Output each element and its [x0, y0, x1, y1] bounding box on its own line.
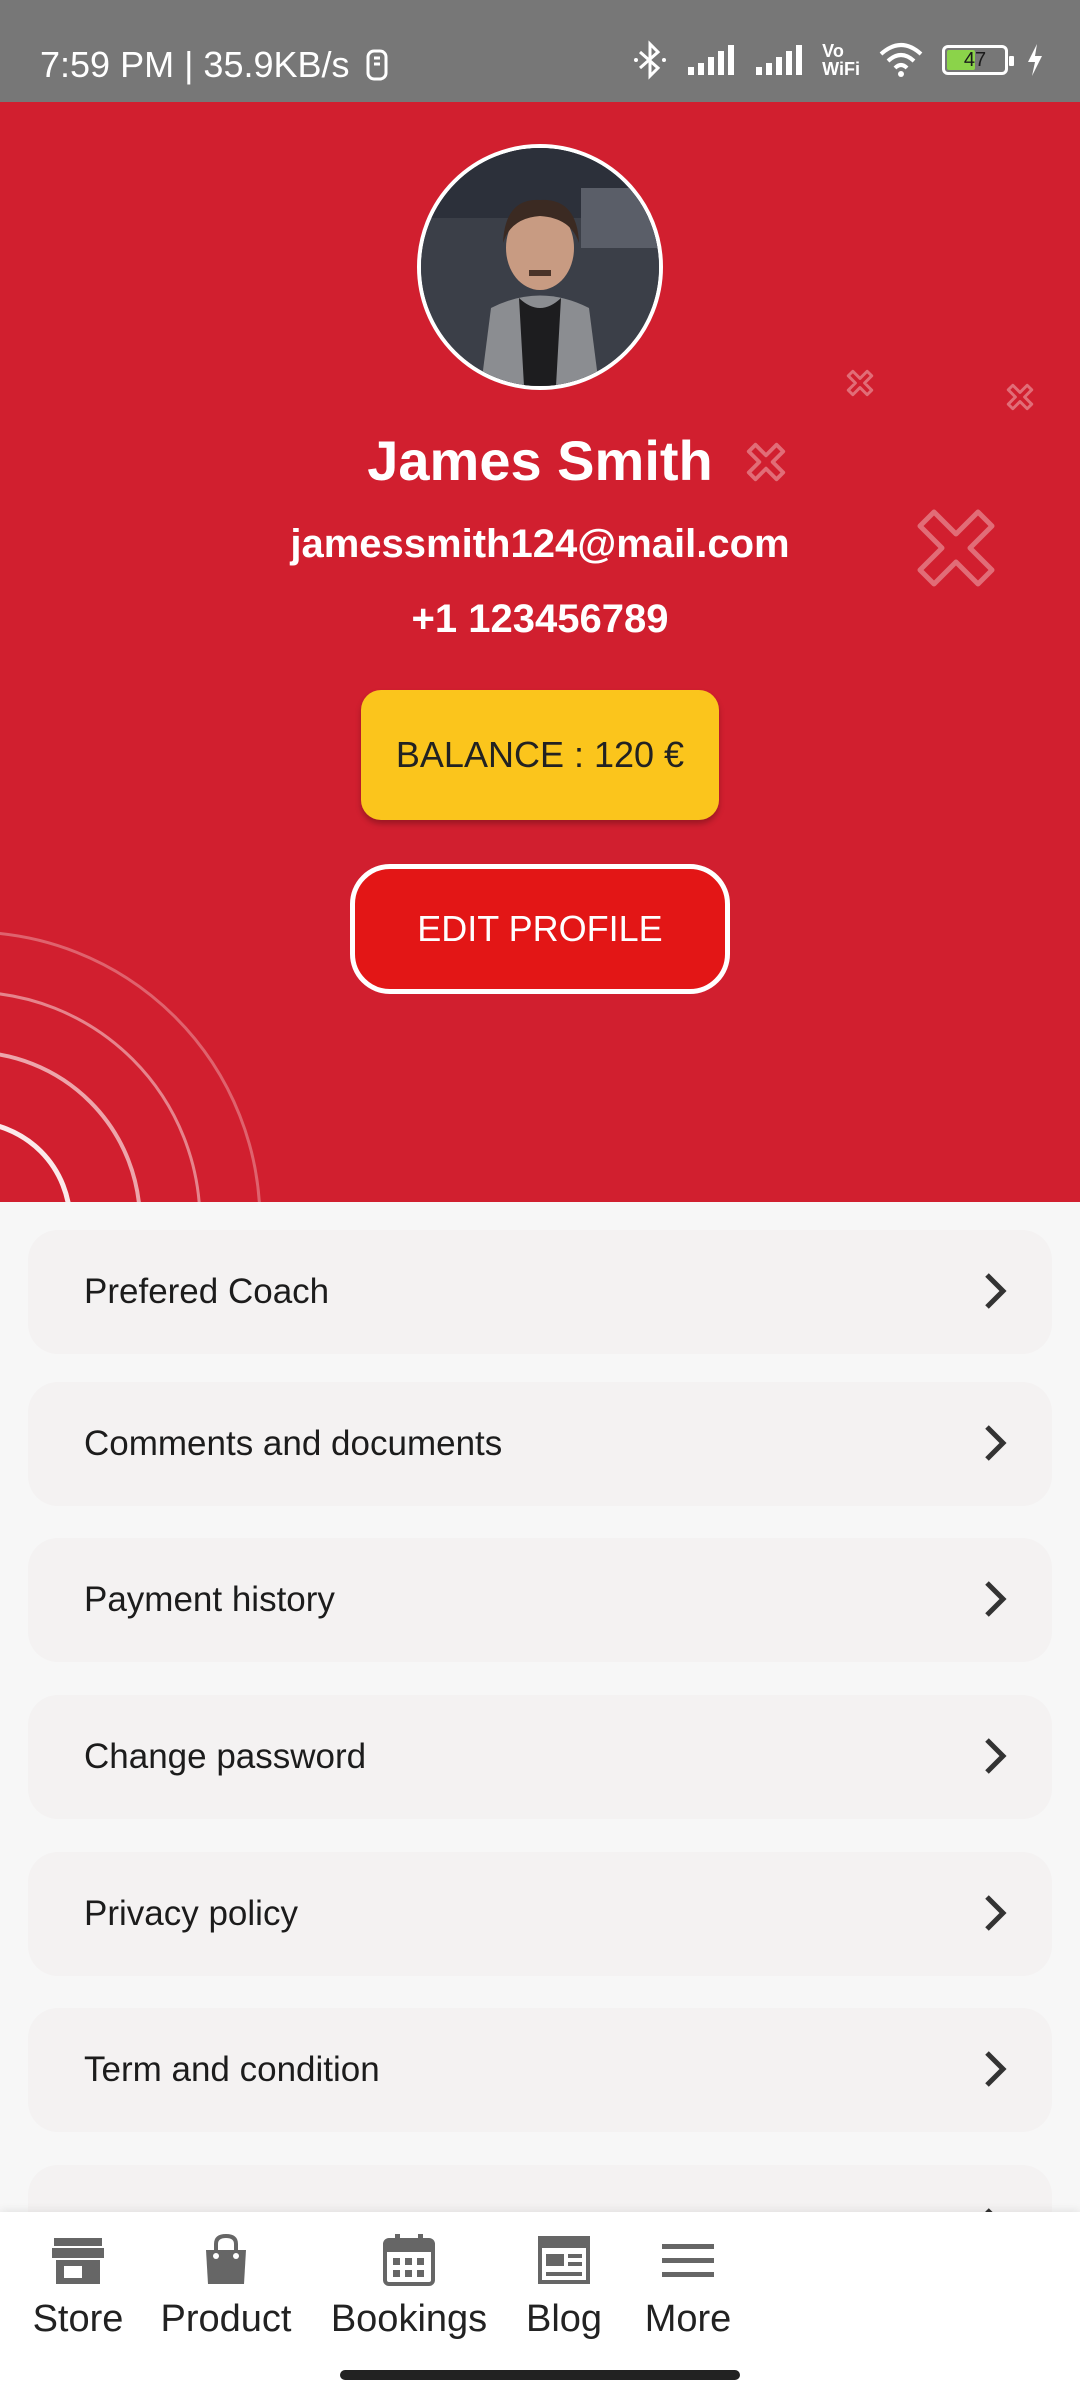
edit-profile-button[interactable]: EDIT PROFILE	[350, 864, 730, 994]
newspaper-icon	[538, 2236, 590, 2284]
signal-icon	[756, 45, 803, 75]
avatar[interactable]	[417, 144, 663, 390]
menu-item-change-password[interactable]: Change password	[28, 1695, 1052, 1819]
user-phone: +1 123456789	[411, 597, 669, 641]
menu-item-label: Privacy policy	[84, 1894, 298, 1933]
nav-label: More	[644, 2298, 732, 2340]
nav-product[interactable]: Product	[156, 2232, 296, 2341]
menu-item-label: Payment history	[84, 1580, 335, 1619]
status-bar: 7:59 PM | 35.9KB/s Vo WiFi 47	[0, 0, 1080, 102]
user-email: jamessmith124@mail.com	[290, 522, 790, 566]
home-indicator[interactable]	[340, 2370, 740, 2380]
nav-store[interactable]: Store	[26, 2232, 130, 2341]
bluetooth-icon	[634, 40, 667, 80]
profile-header: James Smith jamessmith124@mail.com +1 12…	[0, 102, 1080, 1202]
calendar-icon	[383, 2234, 435, 2286]
nav-label: Blog	[525, 2298, 603, 2340]
nav-label: Bookings	[330, 2298, 488, 2340]
menu-icon	[662, 2244, 714, 2277]
signal-icon	[688, 45, 735, 75]
menu-item-label: Comments and documents	[84, 1424, 503, 1463]
chevron-right-icon	[985, 2051, 1007, 2087]
nav-more[interactable]: More	[640, 2232, 736, 2341]
store-icon	[52, 2238, 104, 2284]
chevron-right-icon	[985, 1273, 1007, 1309]
charging-icon	[1028, 44, 1042, 76]
decorative-circles	[0, 932, 261, 1202]
decorative-cross-small	[1006, 383, 1034, 411]
status-left: 7:59 PM | 35.9KB/s	[40, 44, 390, 86]
chevron-right-icon	[985, 1581, 1007, 1617]
menu-item-payment-history[interactable]: Payment history	[28, 1538, 1052, 1662]
menu-item-comments-documents[interactable]: Comments and documents	[28, 1382, 1052, 1506]
nav-label: Store	[32, 2298, 124, 2340]
user-name: James Smith	[367, 429, 713, 492]
menu-item-label: Prefered Coach	[84, 1272, 330, 1311]
shopping-bag-icon	[206, 2233, 246, 2284]
chevron-right-icon	[985, 1895, 1007, 1931]
menu-item-prefered-coach[interactable]: Prefered Coach	[28, 1230, 1052, 1354]
chevron-right-icon	[985, 1425, 1007, 1461]
vowifi-icon: Vo WiFi	[822, 41, 860, 79]
menu-item-privacy-policy[interactable]: Privacy policy	[28, 1852, 1052, 1976]
decorative-cross-small	[846, 369, 874, 397]
nav-bookings[interactable]: Bookings	[326, 2232, 492, 2341]
status-time-speed: 7:59 PM | 35.9KB/s	[40, 44, 350, 85]
menu-item-label: Change password	[84, 1737, 367, 1776]
wifi-icon	[879, 43, 923, 77]
nav-label: Product	[160, 2298, 292, 2340]
battery-icon: 47	[942, 45, 1014, 75]
balance-button[interactable]: BALANCE : 120 €	[361, 690, 719, 820]
usb-icon	[366, 49, 388, 81]
chevron-right-icon	[985, 1738, 1007, 1774]
avatar-image	[421, 148, 659, 386]
menu-item-term-condition[interactable]: Term and condition	[28, 2008, 1052, 2132]
status-right: Vo WiFi 47	[632, 40, 1044, 80]
nav-blog[interactable]: Blog	[520, 2232, 608, 2341]
menu-item-label: Term and condition	[84, 2050, 380, 2089]
